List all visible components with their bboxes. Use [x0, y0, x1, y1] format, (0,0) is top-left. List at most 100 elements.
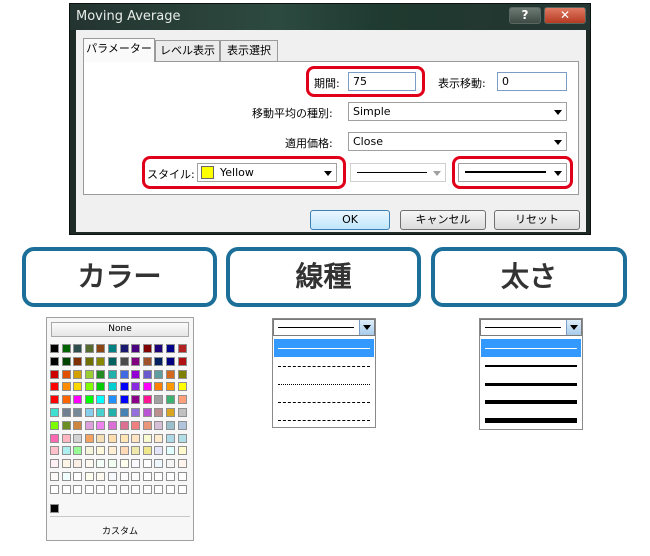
palette-color-cell[interactable]	[166, 369, 175, 379]
palette-color-cell[interactable]	[84, 459, 94, 469]
palette-color-cell[interactable]	[131, 369, 141, 379]
palette-color-cell[interactable]	[154, 356, 164, 366]
palette-color-cell[interactable]	[61, 459, 71, 469]
palette-color-cell[interactable]	[84, 395, 94, 405]
tab-parameters[interactable]: パラメーター	[83, 38, 155, 62]
apply-to-select[interactable]: Close	[348, 132, 567, 151]
palette-color-cell[interactable]	[108, 433, 117, 443]
palette-color-cell[interactable]	[84, 356, 94, 366]
palette-color-cell[interactable]	[154, 484, 164, 494]
palette-color-cell[interactable]	[154, 369, 164, 379]
line-style-option[interactable]	[274, 375, 374, 393]
palette-color-cell[interactable]	[177, 395, 187, 405]
palette-color-cell[interactable]	[177, 420, 187, 430]
tab-visualization[interactable]: 表示選択	[220, 40, 278, 61]
palette-color-cell[interactable]	[96, 484, 106, 494]
shift-input[interactable]: 0	[497, 72, 567, 91]
palette-color-cell[interactable]	[166, 459, 175, 469]
palette-color-cell[interactable]	[119, 484, 129, 494]
palette-color-cell[interactable]	[119, 446, 129, 456]
ok-button[interactable]: OK	[310, 210, 390, 230]
palette-color-cell[interactable]	[166, 420, 175, 430]
palette-color-cell[interactable]	[154, 420, 164, 430]
line-style-select[interactable]	[350, 163, 446, 182]
line-width-option[interactable]	[481, 411, 581, 429]
palette-color-cell[interactable]	[166, 472, 175, 481]
palette-color-cell[interactable]	[154, 459, 164, 469]
palette-color-cell[interactable]	[73, 446, 83, 456]
palette-color-cell[interactable]	[61, 446, 71, 456]
palette-color-cell[interactable]	[131, 344, 141, 353]
palette-color-cell[interactable]	[108, 382, 117, 392]
palette-color-cell[interactable]	[61, 472, 71, 481]
palette-color-cell[interactable]	[73, 459, 83, 469]
palette-color-cell[interactable]	[119, 344, 129, 353]
palette-color-cell[interactable]	[177, 446, 187, 456]
palette-color-cell[interactable]	[96, 382, 106, 392]
palette-color-cell[interactable]	[61, 484, 71, 494]
palette-color-cell[interactable]	[142, 446, 152, 456]
custom-color-label[interactable]: カスタム	[47, 524, 193, 537]
line-width-option[interactable]	[481, 339, 581, 357]
palette-color-cell[interactable]	[73, 369, 83, 379]
palette-color-cell[interactable]	[166, 382, 175, 392]
palette-color-cell[interactable]	[154, 446, 164, 456]
palette-color-cell[interactable]	[154, 395, 164, 405]
palette-color-cell[interactable]	[73, 484, 83, 494]
palette-color-cell[interactable]	[96, 395, 106, 405]
line-style-option[interactable]	[274, 411, 374, 429]
palette-color-cell[interactable]	[131, 433, 141, 443]
palette-color-cell[interactable]	[142, 369, 152, 379]
palette-color-cell[interactable]	[166, 356, 175, 366]
palette-color-cell[interactable]	[119, 408, 129, 417]
palette-color-cell[interactable]	[50, 433, 59, 443]
palette-color-cell[interactable]	[119, 472, 129, 481]
palette-color-cell[interactable]	[96, 459, 106, 469]
palette-color-cell[interactable]	[119, 459, 129, 469]
palette-color-cell[interactable]	[142, 382, 152, 392]
palette-color-cell[interactable]	[96, 446, 106, 456]
palette-color-cell[interactable]	[142, 395, 152, 405]
palette-color-cell[interactable]	[108, 408, 117, 417]
palette-color-cell[interactable]	[73, 344, 83, 353]
none-color-button[interactable]: None	[51, 322, 189, 337]
help-button[interactable]: ?	[509, 7, 541, 24]
palette-color-cell[interactable]	[84, 344, 94, 353]
palette-color-cell[interactable]	[119, 395, 129, 405]
palette-color-cell[interactable]	[96, 369, 106, 379]
line-style-option[interactable]	[274, 339, 374, 357]
palette-color-cell[interactable]	[142, 420, 152, 430]
palette-color-cell[interactable]	[131, 382, 141, 392]
palette-color-cell[interactable]	[61, 395, 71, 405]
palette-color-cell[interactable]	[131, 395, 141, 405]
palette-color-cell[interactable]	[142, 484, 152, 494]
palette-color-cell[interactable]	[154, 408, 164, 417]
chevron-down-icon[interactable]	[566, 320, 581, 335]
ma-type-select[interactable]: Simple	[348, 102, 567, 121]
palette-color-cell[interactable]	[108, 420, 117, 430]
palette-color-cell[interactable]	[131, 459, 141, 469]
palette-color-cell[interactable]	[50, 446, 59, 456]
palette-color-cell[interactable]	[108, 344, 117, 353]
palette-color-cell[interactable]	[61, 382, 71, 392]
palette-color-cell[interactable]	[50, 484, 59, 494]
line-style-combo[interactable]	[273, 319, 375, 336]
palette-color-cell[interactable]	[177, 369, 187, 379]
line-style-option[interactable]	[274, 357, 374, 375]
palette-color-cell[interactable]	[131, 484, 141, 494]
close-button[interactable]: ✕	[544, 7, 586, 24]
palette-color-cell[interactable]	[84, 433, 94, 443]
palette-color-cell[interactable]	[166, 484, 175, 494]
palette-color-cell[interactable]	[166, 395, 175, 405]
line-style-option[interactable]	[274, 393, 374, 411]
palette-color-cell[interactable]	[73, 382, 83, 392]
palette-color-cell[interactable]	[154, 344, 164, 353]
palette-color-cell[interactable]	[50, 472, 59, 481]
palette-color-cell[interactable]	[166, 433, 175, 443]
palette-color-cell[interactable]	[96, 344, 106, 353]
palette-color-cell[interactable]	[73, 472, 83, 481]
palette-color-cell[interactable]	[131, 420, 141, 430]
palette-color-cell[interactable]	[142, 356, 152, 366]
palette-color-cell[interactable]	[61, 433, 71, 443]
palette-color-cell[interactable]	[108, 356, 117, 366]
